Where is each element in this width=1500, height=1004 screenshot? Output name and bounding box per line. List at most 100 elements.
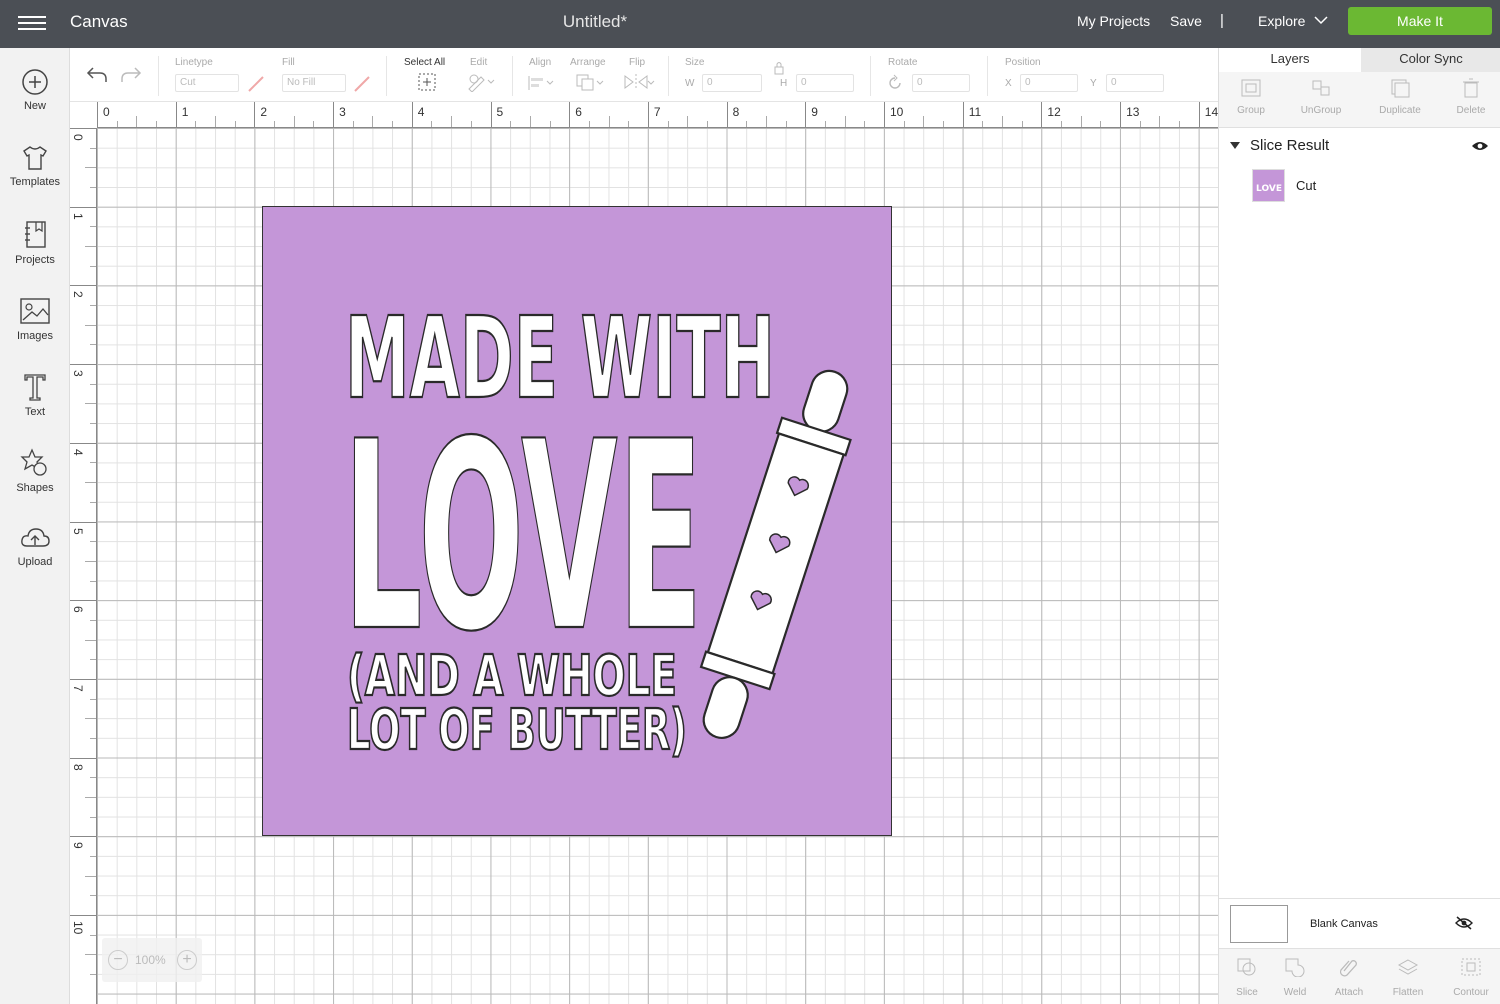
- sidebar-item-images[interactable]: Images: [0, 296, 70, 366]
- ruler-label: 13: [1126, 105, 1140, 119]
- ruler-minor-tick: [85, 639, 96, 641]
- ruler-major-tick: [70, 600, 96, 602]
- flip-icon[interactable]: [623, 72, 655, 92]
- sidebar-item-new[interactable]: New: [0, 68, 70, 138]
- ruler-minor-tick: [687, 116, 689, 127]
- ruler-minor-tick: [706, 121, 708, 127]
- undo-icon[interactable]: [86, 66, 108, 84]
- eye-hidden-icon[interactable]: [1455, 916, 1473, 930]
- edit-tools-icon[interactable]: [466, 72, 496, 92]
- redo-icon[interactable]: [120, 66, 142, 84]
- ruler-label: 6: [71, 606, 85, 613]
- zoom-control: − 100% +: [102, 938, 202, 982]
- flatten-button[interactable]: Flatten: [1380, 957, 1436, 998]
- fill-color-swatch[interactable]: [352, 74, 372, 94]
- ruler-minor-tick: [352, 121, 354, 127]
- ruler-minor-tick: [90, 147, 96, 149]
- group-button[interactable]: Group: [1221, 78, 1281, 116]
- tab-layers[interactable]: Layers: [1219, 48, 1361, 72]
- linetype-color-swatch[interactable]: [246, 74, 266, 94]
- my-projects-link[interactable]: My Projects: [1077, 13, 1150, 29]
- design-image-slice-result[interactable]: MADE WITH LOVE (AND A WHOLE LOT OF BUTTE…: [262, 206, 892, 836]
- ruler-minor-tick: [451, 116, 453, 127]
- ruler-minor-tick: [90, 895, 96, 897]
- tab-color-sync[interactable]: Color Sync: [1361, 48, 1500, 72]
- ruler-minor-tick: [1061, 121, 1063, 127]
- ruler-label: 9: [811, 105, 818, 119]
- cloud-upload-icon: [21, 528, 50, 547]
- ruler-minor-tick: [136, 116, 138, 127]
- ruler-minor-tick: [90, 698, 96, 700]
- align-icon[interactable]: [526, 74, 556, 92]
- eye-icon[interactable]: [1471, 140, 1489, 152]
- rotate-icon: [889, 74, 901, 89]
- blank-canvas-label: Blank Canvas: [1310, 918, 1378, 930]
- ruler-minor-tick: [215, 116, 217, 127]
- size-label: Size: [685, 57, 705, 68]
- lock-icon[interactable]: [773, 61, 785, 75]
- height-input[interactable]: 0: [796, 74, 854, 92]
- ruler-label: 2: [260, 105, 268, 119]
- layer-row[interactable]: LOVE Cut: [1219, 166, 1500, 206]
- ruler-minor-tick: [1179, 121, 1181, 127]
- ruler-label: 5: [71, 527, 85, 535]
- ruler-minor-tick: [234, 121, 236, 127]
- ruler-label: 12: [1047, 105, 1061, 119]
- zoom-out-button[interactable]: −: [108, 950, 128, 970]
- ruler-minor-tick: [85, 875, 96, 877]
- ruler-minor-tick: [529, 116, 531, 127]
- sidebar-item-projects[interactable]: Projects: [0, 220, 70, 290]
- toolbar-divider: [386, 56, 387, 96]
- zoom-in-button[interactable]: +: [177, 950, 197, 970]
- contour-label: Contour: [1453, 987, 1489, 998]
- select-all-label: Select All: [404, 57, 446, 68]
- ungroup-button[interactable]: UnGroup: [1291, 78, 1351, 116]
- weld-button[interactable]: Weld: [1267, 957, 1323, 998]
- width-input[interactable]: 0: [702, 74, 762, 92]
- image-icon: [20, 298, 50, 324]
- linetype-select[interactable]: Cut: [175, 74, 239, 92]
- explore-menu[interactable]: Explore: [1258, 13, 1305, 29]
- contour-button[interactable]: Contour: [1443, 957, 1499, 998]
- ruler-label: 8: [732, 105, 740, 119]
- ruler-minor-tick: [90, 541, 96, 543]
- delete-button[interactable]: Delete: [1441, 78, 1500, 116]
- rotate-input[interactable]: 0: [912, 74, 970, 92]
- sidebar-item-upload[interactable]: Upload: [0, 524, 70, 594]
- flatten-label: Flatten: [1392, 987, 1424, 998]
- document-title[interactable]: Untitled*: [0, 12, 1190, 32]
- save-button[interactable]: Save: [1170, 13, 1202, 29]
- layer-group-row[interactable]: Slice Result: [1219, 132, 1500, 162]
- ruler-minor-tick: [1021, 121, 1023, 127]
- arrange-label: Arrange: [570, 57, 606, 68]
- ruler-minor-tick: [90, 934, 96, 936]
- fill-select[interactable]: No Fill: [282, 74, 346, 92]
- caret-down-icon[interactable]: [1230, 142, 1240, 150]
- ruler-major-tick: [647, 102, 649, 127]
- chevron-down-icon[interactable]: [1314, 14, 1328, 26]
- position-y-input[interactable]: 0: [1106, 74, 1164, 92]
- duplicate-button[interactable]: Duplicate: [1370, 78, 1430, 116]
- ruler-minor-tick: [431, 121, 433, 127]
- ruler-minor-tick: [90, 187, 96, 189]
- ruler-minor-tick: [667, 121, 669, 127]
- ruler-minor-tick: [1080, 116, 1082, 127]
- ruler-minor-tick: [628, 121, 630, 127]
- blank-canvas-row[interactable]: Blank Canvas: [1219, 898, 1500, 948]
- select-all-icon[interactable]: [417, 72, 437, 92]
- ruler-major-tick: [333, 102, 335, 127]
- attach-button[interactable]: Attach: [1321, 957, 1377, 998]
- ruler-major-tick: [70, 521, 96, 523]
- arrange-icon[interactable]: [574, 72, 606, 92]
- position-x-input[interactable]: 0: [1020, 74, 1078, 92]
- ruler-minor-tick: [510, 121, 512, 127]
- sidebar-item-templates[interactable]: Templates: [0, 144, 70, 214]
- design-canvas[interactable]: MADE WITH LOVE (AND A WHOLE LOT OF BUTTE…: [97, 128, 1218, 1004]
- ruler-minor-tick: [85, 167, 96, 169]
- ruler-major-tick: [70, 285, 96, 287]
- make-it-button[interactable]: Make It: [1348, 7, 1492, 35]
- slice-icon: [1237, 958, 1256, 976]
- sidebar-item-text[interactable]: Text: [0, 372, 70, 442]
- sidebar-item-shapes[interactable]: Shapes: [0, 448, 70, 518]
- plus-circle-icon: [22, 69, 48, 95]
